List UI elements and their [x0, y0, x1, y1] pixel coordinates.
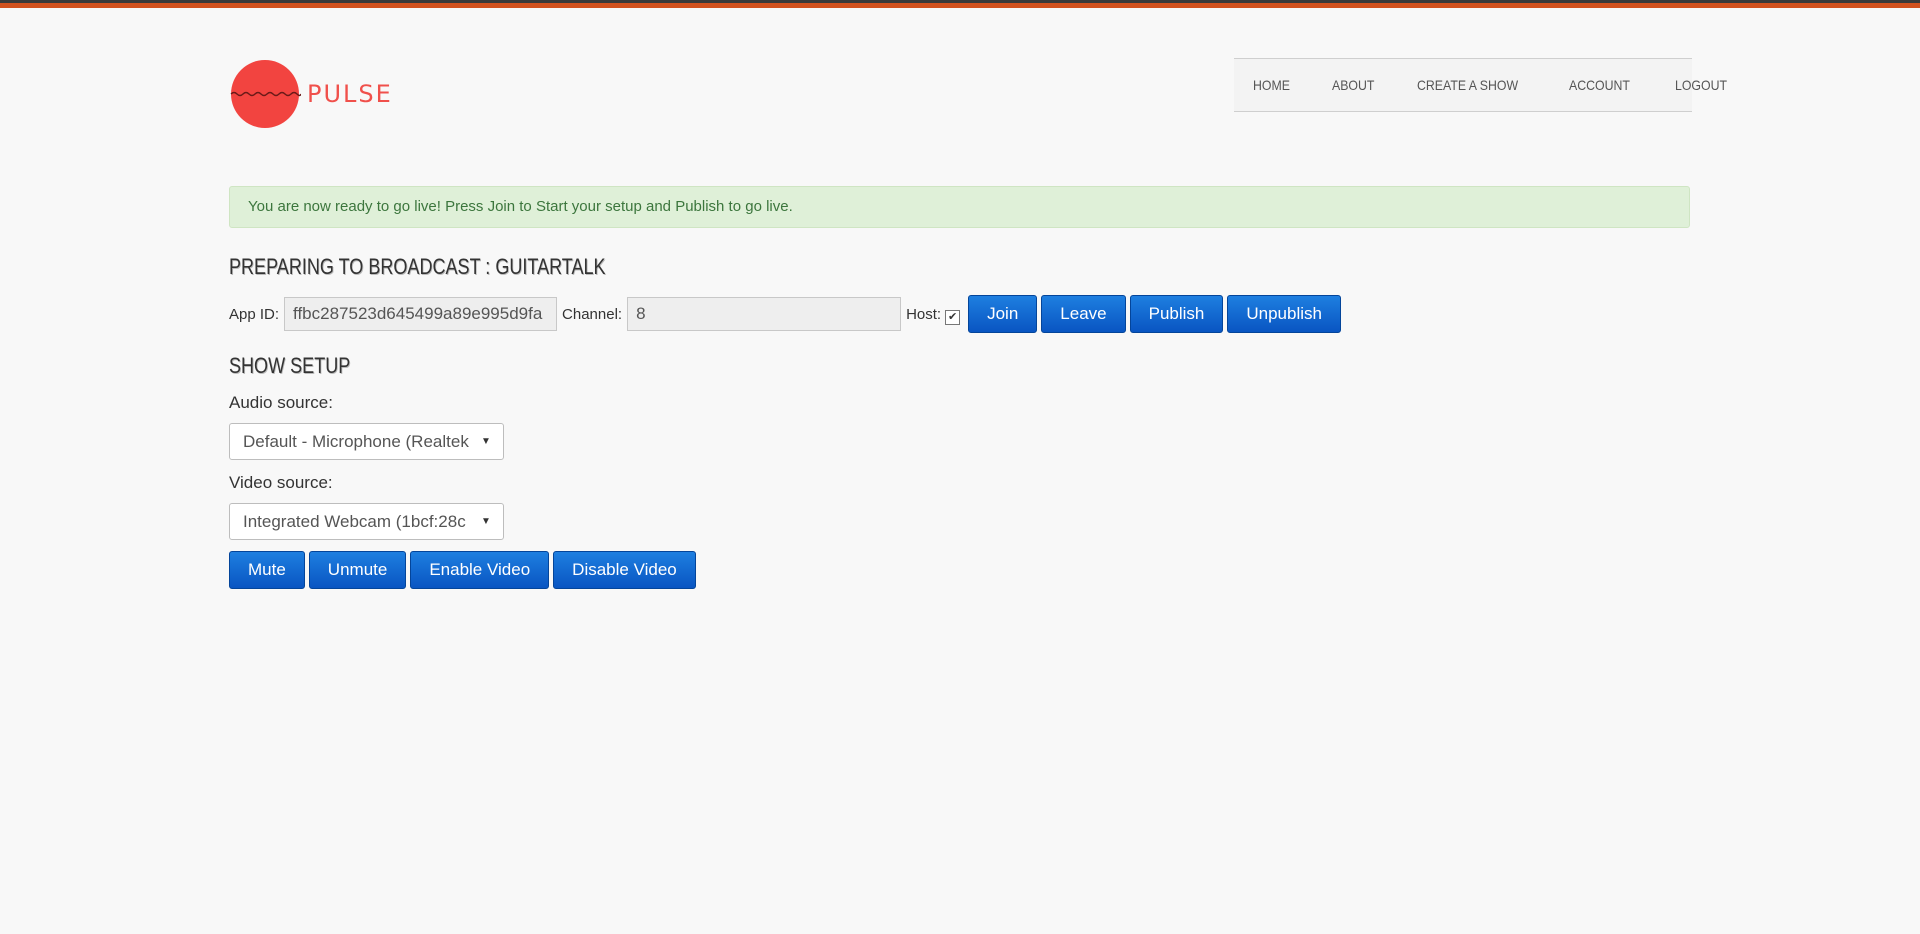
video-source-label: Video source: — [229, 473, 333, 492]
show-setup-title: SHOW SETUP — [229, 353, 351, 378]
app-id-input[interactable] — [284, 297, 558, 331]
enable-video-button[interactable]: Enable Video — [410, 551, 550, 589]
nav-home[interactable]: HOME — [1253, 77, 1290, 93]
broadcast-controls: App ID: Channel: Host: ✔ Join Leave Publ… — [229, 294, 1345, 334]
media-controls: Mute Unmute Enable Video Disable Video — [229, 551, 700, 589]
video-source-select[interactable]: Integrated Webcam (1bcf:28c ▼ — [229, 503, 504, 540]
nav-about[interactable]: ABOUT — [1332, 77, 1374, 93]
top-accent-stripe — [0, 0, 1920, 8]
host-checkbox[interactable]: ✔ — [945, 309, 961, 325]
app-id-label: App ID: — [229, 305, 280, 323]
nav-logout[interactable]: LOGOUT — [1675, 77, 1727, 93]
chevron-down-icon: ▼ — [481, 436, 491, 447]
chevron-down-icon: ▼ — [481, 516, 491, 527]
audio-source-label: Audio source: — [229, 393, 333, 412]
join-button[interactable]: Join — [968, 295, 1038, 333]
brand-name: PULSE — [307, 80, 393, 108]
channel-input[interactable] — [627, 297, 902, 331]
host-label: Host: — [906, 305, 942, 323]
publish-button[interactable]: Publish — [1129, 295, 1224, 333]
disable-video-button[interactable]: Disable Video — [553, 551, 696, 589]
audio-source-select[interactable]: Default - Microphone (Realtek ▼ — [229, 423, 504, 460]
leave-button[interactable]: Leave — [1041, 295, 1126, 333]
broadcast-title: PREPARING TO BROADCAST : GUITARTALK — [229, 254, 606, 279]
brand-logo[interactable]: PULSE — [229, 58, 393, 130]
video-source-value: Integrated Webcam (1bcf:28c — [243, 511, 466, 531]
mute-button[interactable]: Mute — [229, 551, 305, 589]
unpublish-button[interactable]: Unpublish — [1227, 295, 1341, 333]
unmute-button[interactable]: Unmute — [308, 551, 407, 589]
pulse-logo-icon — [230, 60, 301, 128]
audio-source-value: Default - Microphone (Realtek — [243, 431, 469, 451]
main-nav: HOME ABOUT CREATE A SHOW ACCOUNT LOGOUT — [1234, 58, 1727, 112]
channel-label: Channel: — [562, 305, 623, 323]
ready-alert: You are now ready to go live! Press Join… — [229, 186, 1690, 228]
nav-account[interactable]: ACCOUNT — [1569, 77, 1630, 93]
nav-create-show[interactable]: CREATE A SHOW — [1417, 77, 1518, 93]
